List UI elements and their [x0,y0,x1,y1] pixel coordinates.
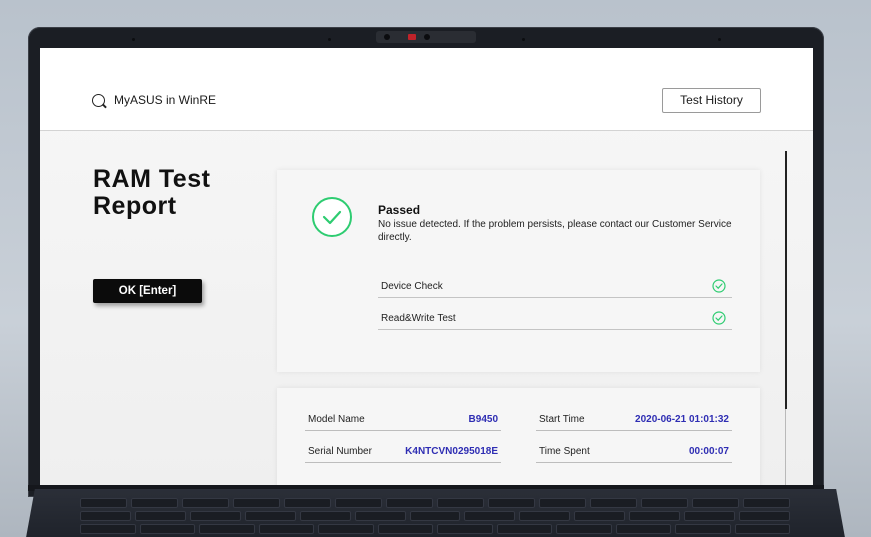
time-spent-value: 00:00:07 [688,446,729,457]
key [519,511,571,521]
scrollbar-track[interactable] [785,409,786,485]
key [615,524,671,534]
key [556,524,612,534]
key [189,511,241,521]
key [80,511,131,521]
ok-button[interactable]: OK [Enter] [93,279,202,303]
key [199,524,255,534]
key [139,524,195,534]
bezel-dot [718,38,721,41]
key [464,511,516,521]
key [684,511,736,521]
check-row-readwrite: Read&Write Test [378,308,732,330]
webcam-lens [424,34,430,40]
key [488,498,535,508]
check-circle-icon [712,311,726,325]
key [258,524,314,534]
serial-number-value: K4NTCVN0295018E [405,446,498,457]
keyboard-row [80,524,790,534]
screen: MyASUS in WinRE Test History RAM Test Re… [40,48,813,485]
key [131,498,178,508]
check-label: Device Check [381,281,443,292]
keyboard [80,498,790,537]
key [692,498,739,508]
bezel-dot [328,38,331,41]
key [496,524,552,534]
key [318,524,374,534]
key [354,511,406,521]
key [233,498,280,508]
key [590,498,637,508]
key [386,498,433,508]
key [409,511,461,521]
model-name-row: Model Name B9450 [305,410,501,431]
check-circle-icon [712,279,726,293]
serial-number-label: Serial Number [308,446,372,457]
webcam-shutter [408,34,416,40]
start-time-value: 2020-06-21 01:01:32 [635,414,729,425]
result-status: Passed [378,203,421,217]
start-time-row: Start Time 2020-06-21 01:01:32 [536,410,732,431]
bezel-dot [522,38,525,41]
model-name-value: B9450 [468,414,498,425]
bezel-dot [132,38,135,41]
key [134,511,186,521]
device-info-card: Model Name B9450 Start Time 2020-06-21 0… [277,388,760,485]
key [80,498,127,508]
key [641,498,688,508]
key [299,511,351,521]
key [675,524,731,534]
result-card: Passed No issue detected. If the problem… [277,170,760,372]
app-title: MyASUS in WinRE [114,93,217,107]
check-row-device: Device Check [378,276,732,298]
key [377,524,433,534]
start-time-label: Start Time [539,414,585,425]
key [437,524,493,534]
webcam [376,31,476,43]
key [437,498,484,508]
key [335,498,382,508]
key [629,511,681,521]
page-title: RAM Test Report [93,165,211,220]
keyboard-row [80,498,790,508]
key [182,498,229,508]
time-spent-label: Time Spent [539,446,590,457]
check-label: Read&Write Test [381,313,456,324]
test-history-button[interactable]: Test History [662,88,761,113]
result-description: No issue detected. If the problem persis… [378,219,732,243]
check-circle-icon [312,197,352,237]
time-spent-row: Time Spent 00:00:07 [536,442,732,463]
webcam-lens [384,34,390,40]
key [743,498,790,508]
scrollbar-thumb[interactable] [785,151,787,409]
serial-number-row: Serial Number K4NTCVN0295018E [305,442,501,463]
app-header: MyASUS in WinRE Test History [40,48,813,131]
key [284,498,331,508]
key [539,498,586,508]
search-icon [92,94,105,107]
key [739,511,790,521]
key [80,524,136,534]
model-name-label: Model Name [308,414,365,425]
keyboard-row [80,511,790,521]
key [734,524,790,534]
key [244,511,296,521]
key [574,511,626,521]
